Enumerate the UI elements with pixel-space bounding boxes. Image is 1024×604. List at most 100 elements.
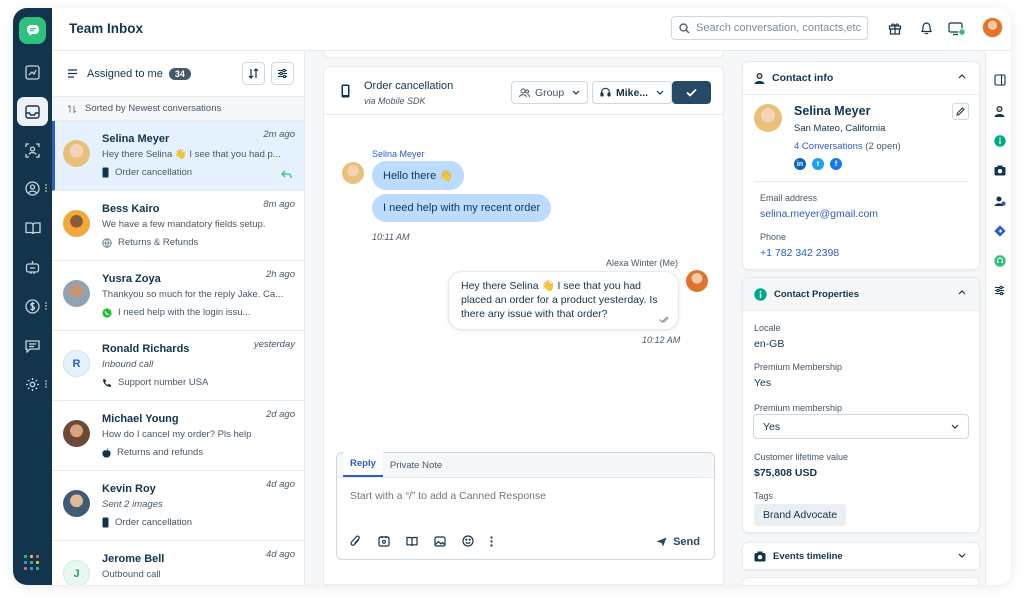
emoji-icon[interactable] — [462, 535, 490, 547]
settings-menu-dots-icon[interactable] — [44, 379, 48, 391]
incoming-message: Hello there 👋 — [372, 161, 464, 190]
inbox-icon[interactable] — [17, 97, 48, 126]
canned-response-icon[interactable] — [378, 535, 406, 547]
resolve-button[interactable] — [672, 81, 711, 104]
list-filter-header[interactable]: Assigned to me 34 — [52, 51, 304, 96]
contact-name: Selina Meyer — [102, 133, 170, 145]
apps-grid-icon[interactable] — [24, 555, 39, 570]
timestamp: 4d ago — [265, 479, 295, 490]
reply-icon — [281, 168, 292, 182]
email-value[interactable]: selina.meyer@gmail.com — [760, 208, 878, 220]
group-select-value: Group — [535, 86, 565, 99]
message-preview: Inbound call — [102, 359, 154, 370]
image-icon[interactable] — [434, 535, 462, 547]
tag-chip[interactable]: Brand Advocate — [754, 504, 847, 526]
conversations-count[interactable]: 4 Conversations (2 open) — [794, 141, 901, 152]
info-icon[interactable] — [993, 134, 1006, 147]
filter-button[interactable] — [271, 62, 294, 85]
diamond-icon[interactable] — [993, 224, 1006, 237]
tab-reply[interactable]: Reply — [343, 452, 383, 477]
list-item[interactable]: Bess Kairo 8m ago We have a few mandator… — [52, 191, 304, 261]
conversation-topic: Returns & Refunds — [102, 237, 198, 248]
facebook-icon[interactable]: f — [830, 158, 842, 170]
agent-select[interactable]: Mike... — [592, 81, 673, 104]
send-icon — [656, 537, 667, 547]
phone-value[interactable]: +1 782 342 2398 — [760, 247, 839, 259]
conversation-topic: Order cancellation — [102, 517, 192, 528]
timestamp: yesterday — [253, 339, 295, 350]
list-item[interactable]: J Jerome Bell 4d ago Outbound call — [52, 541, 304, 585]
message-icon[interactable] — [17, 331, 48, 360]
send-button[interactable]: Send — [656, 536, 700, 548]
linkedin-icon[interactable]: in — [794, 158, 806, 170]
list-item[interactable]: Kevin Roy 4d ago Sent 2 images Order can… — [52, 471, 304, 541]
contacts-icon[interactable] — [17, 136, 48, 165]
panel-toggle-icon[interactable] — [993, 73, 1006, 86]
conversation-list: Assigned to me 34 Sorted by Newest conve… — [52, 51, 305, 585]
gift-icon[interactable] — [886, 19, 904, 37]
list-item[interactable]: Yusra Zoya 2h ago Thankyou so much for t… — [52, 261, 304, 331]
tab-private-note[interactable]: Private Note — [383, 460, 449, 477]
conversations-link[interactable]: 4 Conversations — [794, 141, 863, 152]
contact-icon[interactable] — [993, 104, 1006, 117]
book-icon[interactable] — [17, 213, 48, 242]
bot-icon[interactable] — [17, 253, 48, 282]
previous-card-edge — [323, 51, 724, 58]
billing-menu-dots-icon[interactable] — [44, 301, 48, 313]
filter-label[interactable]: Assigned to me — [87, 68, 163, 80]
user-menu-dots-icon[interactable] — [44, 183, 48, 195]
global-search[interactable] — [671, 16, 868, 40]
list-item[interactable]: Selina Meyer 2m ago Hey there Selina 👋 I… — [52, 121, 304, 191]
whatsapp-icon — [102, 307, 112, 318]
more-options-icon[interactable] — [490, 535, 518, 547]
app-window: Team Inbox Assigned to me 34 — [13, 8, 1011, 585]
group-select[interactable]: Group — [511, 81, 589, 104]
message-time: 10:11 AM — [372, 232, 410, 242]
contact-name: Michael Young — [102, 413, 179, 425]
contact-name: Ronald Richards — [102, 343, 190, 355]
edit-contact-button[interactable] — [952, 103, 969, 120]
twitter-icon[interactable]: t — [812, 158, 824, 170]
avatar: J — [63, 560, 90, 585]
events-timeline-card[interactable]: Events timeline — [742, 542, 980, 570]
premium-membership-select[interactable]: Yes — [753, 414, 969, 439]
reply-input[interactable] — [350, 490, 690, 502]
dashboard-icon[interactable] — [17, 58, 48, 87]
events-timeline-header[interactable]: Events timeline — [743, 543, 979, 569]
chevron-down-icon — [572, 90, 580, 95]
contact-info-header[interactable]: Contact info — [743, 62, 979, 95]
email-label: Email address — [760, 193, 818, 203]
info-icon — [754, 287, 767, 301]
lifetime-value-label: Customer lifetime value — [754, 452, 849, 462]
sort-button[interactable] — [242, 62, 265, 85]
reply-composer: Reply Private Note Send — [336, 452, 715, 560]
attachment-icon[interactable] — [350, 535, 378, 547]
agent-status-icon[interactable] — [948, 19, 966, 37]
avatar — [63, 280, 90, 307]
chevron-up-icon[interactable] — [958, 290, 966, 295]
conversation-panel: Order cancellation via Mobile SDK Group … — [323, 66, 724, 585]
list-item[interactable]: R Ronald Richards yesterday Inbound call… — [52, 331, 304, 401]
menu-icon[interactable] — [67, 69, 78, 78]
chevron-up-icon[interactable] — [958, 74, 966, 79]
message-preview: We have a few mandatory fields setup. — [102, 219, 266, 230]
timestamp: 8m ago — [263, 199, 295, 210]
premium-membership-select-value: Yes — [763, 420, 781, 433]
conversation-topic: Returns and refunds — [102, 447, 203, 458]
camera-icon — [754, 551, 766, 561]
list-item[interactable]: Michael Young 2d ago How do I cancel my … — [52, 401, 304, 471]
chat-logo-icon[interactable] — [19, 17, 46, 44]
topic-label: Returns and refunds — [117, 447, 204, 458]
user-group-icon[interactable] — [993, 194, 1006, 207]
camera-icon[interactable] — [993, 164, 1006, 177]
contact-properties-header[interactable]: Contact Properties — [743, 278, 979, 311]
knowledge-base-icon[interactable] — [406, 535, 434, 547]
avatar-initial: R — [72, 357, 81, 370]
message-preview: Hey there Selina 👋 I see that you had p.… — [102, 149, 281, 160]
search-input[interactable] — [696, 22, 861, 34]
sliders-icon[interactable] — [993, 284, 1006, 297]
user-avatar[interactable] — [982, 17, 1003, 38]
bell-icon[interactable] — [917, 19, 935, 37]
support-icon[interactable] — [993, 254, 1006, 267]
premium-membership-label: Premium Membership — [754, 362, 843, 372]
